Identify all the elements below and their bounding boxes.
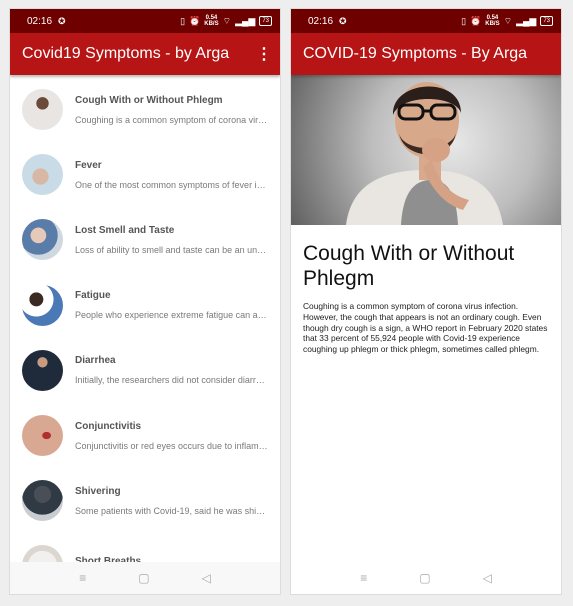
list-item-subtitle: Loss of ability to smell and taste can b… (75, 244, 268, 255)
detail-screen: 02:16 ✪ ▯ ⏰ 0.54 KB/S ⌔ ▂▄▆ 73 COVID-19 S… (291, 9, 561, 594)
status-bar: 02:16 ✪ ▯ ⏰ 0.54 KB/S ⌔ ▂▄▆ 73 (10, 9, 280, 33)
list-item-subtitle: People who experience extreme fatigue ca… (75, 310, 268, 321)
list-item[interactable]: Fever One of the most common symptoms of… (10, 142, 280, 207)
list-item-subtitle: Conjunctivitis or red eyes occurs due to… (75, 440, 268, 451)
list-item[interactable]: Fatigue People who experience extreme fa… (10, 273, 280, 338)
wifi-icon: ⌔ (222, 15, 232, 26)
coughing-man-illustration (346, 82, 503, 225)
back-icon[interactable]: ◁ (202, 571, 211, 585)
symptom-list: Cough With or Without Phlegm Coughing is… (10, 77, 280, 594)
status-bar: 02:16 ✪ ▯ ⏰ 0.54 KB/S ⌔ ▂▄▆ 73 (291, 9, 561, 33)
app-bar: Covid19 Symptoms - by Arga ⋮ (10, 33, 280, 75)
list-item[interactable]: Cough With or Without Phlegm Coughing is… (10, 77, 280, 142)
wifi-icon: ⌔ (503, 15, 513, 26)
app-bar: COVID-19 Symptoms - By Arga (291, 33, 561, 75)
avatar (22, 480, 63, 522)
avatar (22, 219, 63, 261)
avatar (22, 415, 63, 457)
list-item-title: Shivering (75, 485, 121, 497)
list-item[interactable]: Conjunctivitis Conjunctivitis or red eye… (10, 403, 280, 468)
avatar (22, 284, 63, 326)
menu-icon[interactable]: ≡ (360, 571, 367, 585)
avatar (22, 89, 63, 131)
list-screen: 02:16 ✪ ▯ ⏰ 0.54 KB/S ⌔ ▂▄▆ 73 Covid19 Sy… (10, 9, 280, 594)
home-icon[interactable]: ▢ (419, 571, 430, 585)
list-item-subtitle: Coughing is a common symptom of corona v… (75, 114, 268, 125)
app-title: Covid19 Symptoms - by Arga (22, 45, 230, 62)
overflow-menu-icon[interactable]: ⋮ (256, 44, 272, 64)
system-nav-bar: ≡ ▢ ◁ (10, 562, 280, 594)
symptom-image (291, 75, 561, 225)
avatar (22, 349, 63, 391)
list-item-title: Diarrhea (75, 355, 116, 367)
list-item-subtitle: Initially, the researchers did not consi… (75, 375, 268, 386)
status-time: 02:16 (27, 15, 53, 27)
status-time: 02:16 (308, 15, 334, 27)
status-icons: ▯ ⏰ 0.54 KB/S ⌔ ▂▄▆ 73 (461, 15, 553, 27)
alarm-icon: ⏰ (189, 15, 201, 26)
battery-icon: 73 (540, 16, 553, 26)
battery-icon: 73 (259, 16, 272, 26)
list-item[interactable]: Shivering Some patients with Covid-19, s… (10, 468, 280, 533)
avatar (22, 154, 63, 196)
home-icon[interactable]: ▢ (138, 571, 149, 585)
status-icons: ▯ ⏰ 0.54 KB/S ⌔ ▂▄▆ 73 (180, 15, 272, 27)
list-item-subtitle: Some patients with Covid-19, said he was… (75, 505, 268, 516)
alarm-icon: ⏰ (470, 15, 482, 26)
back-icon[interactable]: ◁ (483, 571, 492, 585)
vibrate-icon: ▯ (461, 15, 467, 26)
list-item-title: Cough With or Without Phlegm (75, 94, 223, 106)
signal-icon: ▂▄▆ (516, 15, 537, 26)
network-speed: 0.54 KB/S (204, 15, 219, 27)
notification-icon: ✪ (58, 15, 66, 26)
app-title: COVID-19 Symptoms - By Arga (303, 45, 528, 62)
network-speed: 0.54 KB/S (485, 15, 500, 27)
symptom-description: Coughing is a common symptom of corona v… (303, 301, 548, 355)
list-item-title: Fever (75, 159, 102, 171)
list-item-title: Fatigue (75, 290, 111, 302)
list-item-title: Conjunctivitis (75, 420, 142, 432)
notification-icon: ✪ (339, 15, 347, 26)
signal-icon: ▂▄▆ (235, 15, 256, 26)
list-item-subtitle: One of the most common symptoms of fever… (75, 179, 268, 190)
list-item[interactable]: Lost Smell and Taste Loss of ability to … (10, 207, 280, 272)
list-item[interactable]: Diarrhea Initially, the researchers did … (10, 338, 280, 403)
list-item-title: Lost Smell and Taste (75, 224, 175, 236)
vibrate-icon: ▯ (180, 15, 186, 26)
symptom-title: Cough With or Without Phlegm (303, 242, 515, 290)
system-nav-bar: ≡ ▢ ◁ (291, 562, 561, 594)
menu-icon[interactable]: ≡ (79, 571, 86, 585)
